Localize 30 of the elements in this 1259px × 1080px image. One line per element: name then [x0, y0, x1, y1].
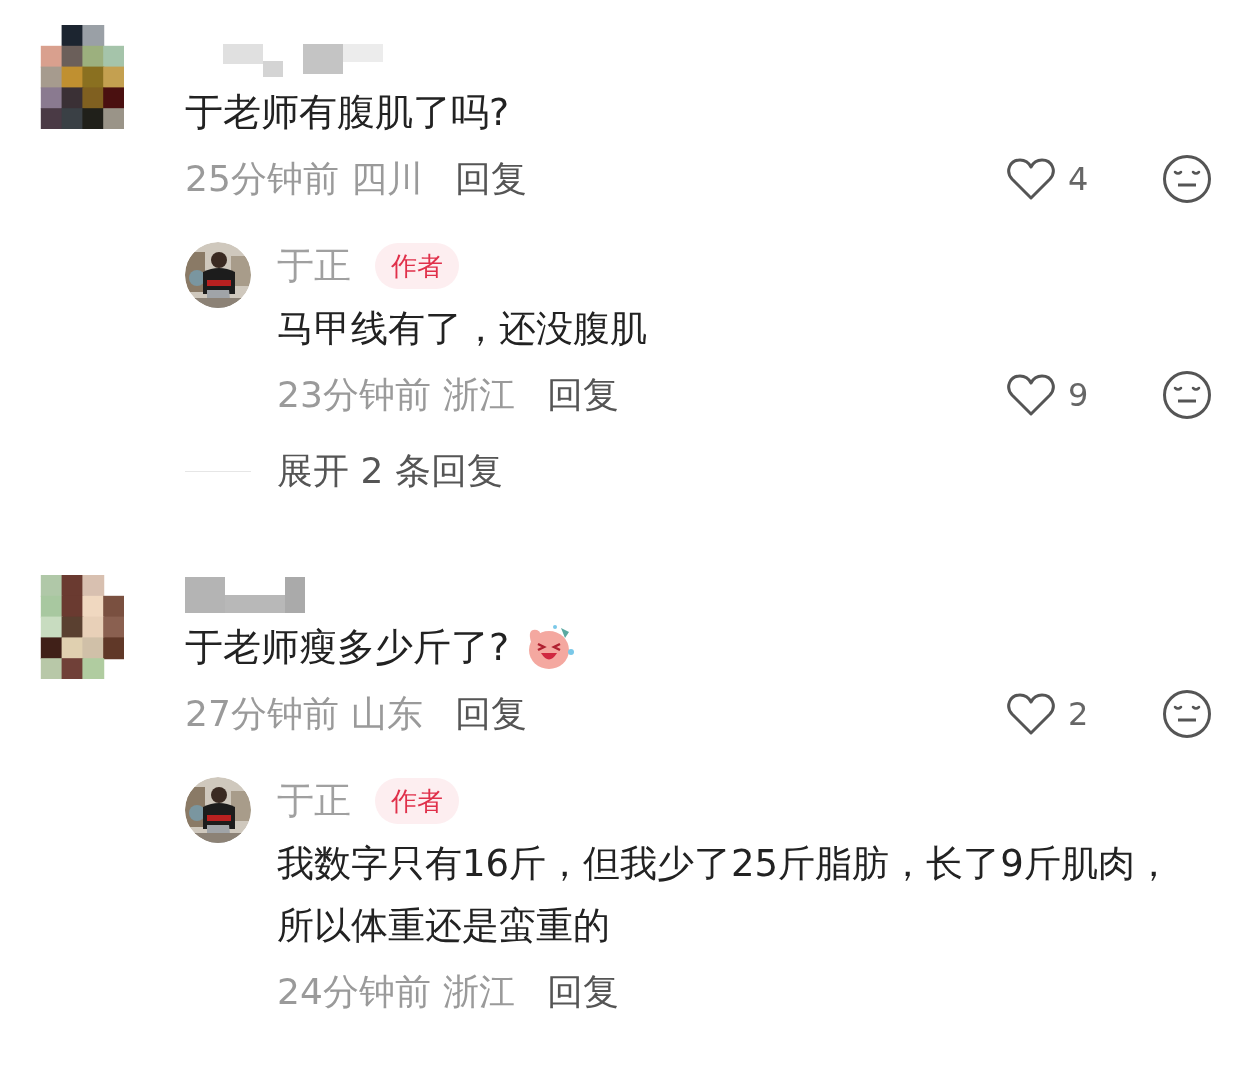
reply-button[interactable]: 回复 [546, 965, 619, 1019]
dislike-face-icon[interactable] [1162, 370, 1212, 420]
reply-text: 马甲线有了，还没腹肌 [277, 306, 648, 352]
comment-text: 于老师瘦多少斤了? [185, 623, 510, 671]
dislike-face-icon[interactable] [1162, 154, 1212, 204]
like-count: 2 [1068, 694, 1090, 735]
reply-text: 我数字只有16斤，但我少了25斤脂肪，长了9斤肌肉，所以体重还是蛮重的 [277, 841, 1173, 949]
location: 四川 [350, 157, 423, 201]
dislike-face-icon[interactable] [1162, 689, 1212, 739]
like-count: 4 [1068, 159, 1090, 200]
heart-icon[interactable] [1006, 692, 1056, 736]
heart-icon[interactable] [1006, 373, 1056, 417]
comment-text: 于老师有腹肌了吗? [185, 88, 510, 136]
location: 浙江 [442, 373, 515, 417]
location: 浙江 [442, 970, 515, 1014]
timestamp: 24分钟前 [277, 970, 431, 1014]
author-name: 于正 [277, 243, 351, 290]
reply-button[interactable]: 回复 [546, 368, 619, 422]
author-name: 于正 [277, 778, 351, 825]
timestamp: 27分钟前 [185, 692, 339, 736]
location: 山东 [350, 692, 423, 736]
like-count: 9 [1068, 375, 1090, 416]
reply-button[interactable]: 回复 [454, 687, 527, 741]
heart-icon[interactable] [1006, 157, 1056, 201]
author-badge: 作者 [375, 778, 459, 824]
timestamp: 25分钟前 [185, 157, 339, 201]
reply-button[interactable]: 回复 [454, 152, 527, 206]
author-badge: 作者 [375, 243, 459, 289]
expand-replies-button[interactable]: 展开 2 条回复 [277, 444, 503, 498]
timestamp: 23分钟前 [277, 373, 431, 417]
